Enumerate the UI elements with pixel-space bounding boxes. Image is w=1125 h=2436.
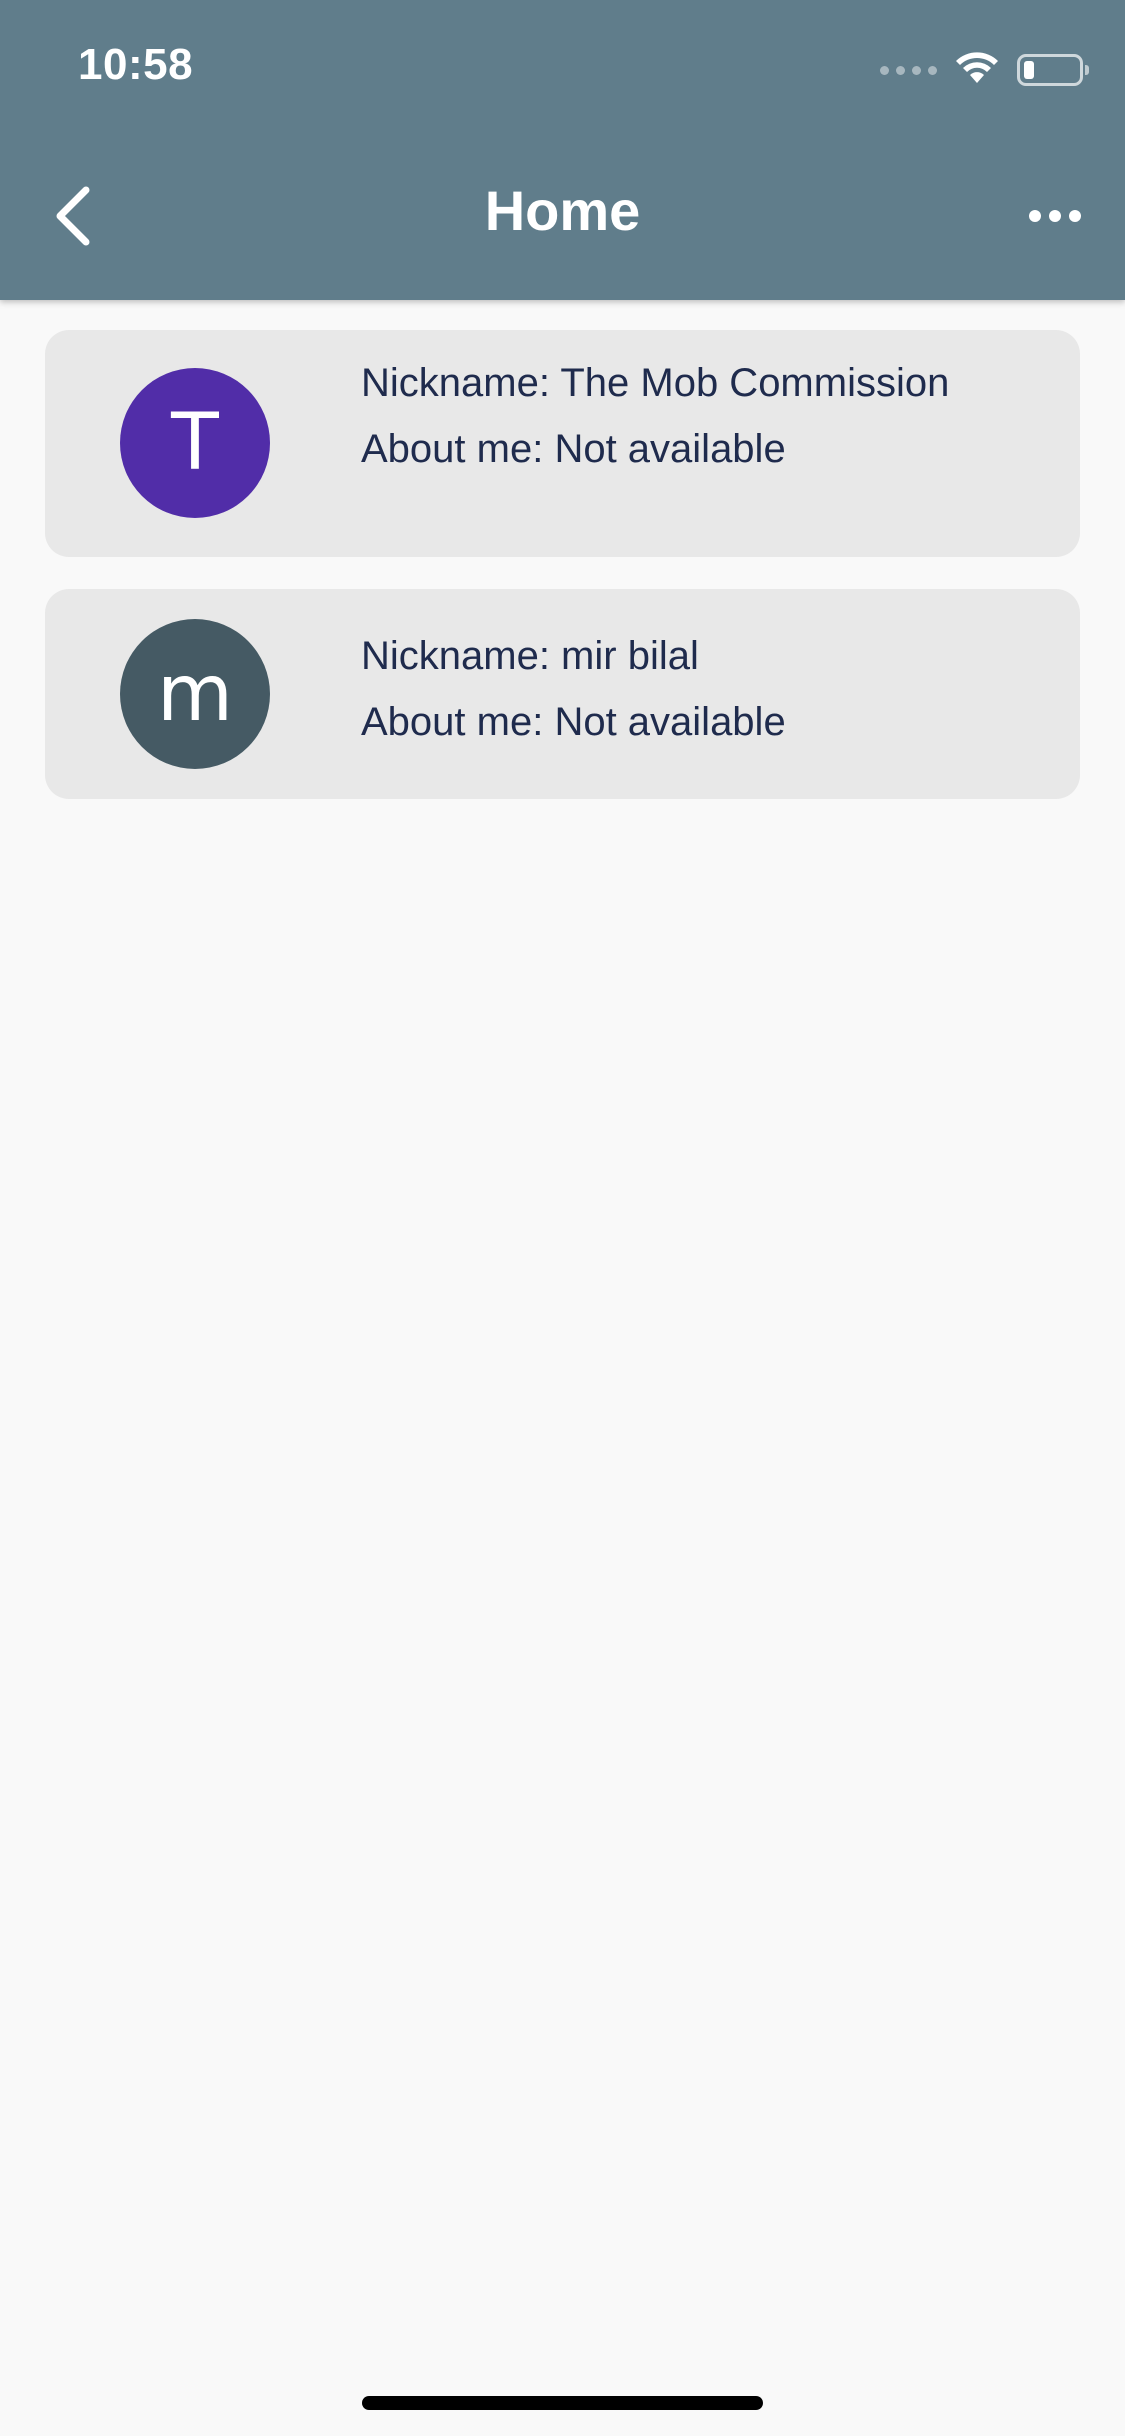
status-icons	[880, 48, 1089, 92]
about-me-label: About me: Not available	[361, 427, 786, 471]
more-horizontal-icon	[1029, 210, 1041, 222]
user-list-item[interactable]: T Nickname: The Mob Commission About me:…	[45, 330, 1080, 557]
nickname-label: Nickname: mir bilal	[361, 634, 699, 678]
wifi-icon	[955, 51, 999, 90]
about-me-label: About me: Not available	[361, 700, 786, 744]
avatar: m	[120, 619, 270, 769]
app-bar: 10:58 Home	[0, 0, 1125, 300]
battery-icon	[1017, 54, 1089, 86]
status-time: 10:58	[78, 40, 194, 89]
user-list: T Nickname: The Mob Commission About me:…	[45, 330, 1080, 831]
user-info: Nickname: The Mob Commission About me: N…	[361, 358, 1040, 474]
user-info: Nickname: mir bilal About me: Not availa…	[361, 631, 1040, 747]
home-indicator[interactable]	[362, 2396, 763, 2410]
home-screen: 10:58 Home T Nickname: The Mob Commissio…	[0, 0, 1125, 2436]
cellular-signal-icon	[880, 65, 937, 75]
nickname-label: Nickname: The Mob Commission	[361, 361, 950, 405]
user-list-item[interactable]: m Nickname: mir bilal About me: Not avai…	[45, 589, 1080, 799]
more-options-button[interactable]	[1015, 186, 1095, 246]
page-title: Home	[484, 179, 641, 242]
avatar: T	[120, 368, 270, 518]
